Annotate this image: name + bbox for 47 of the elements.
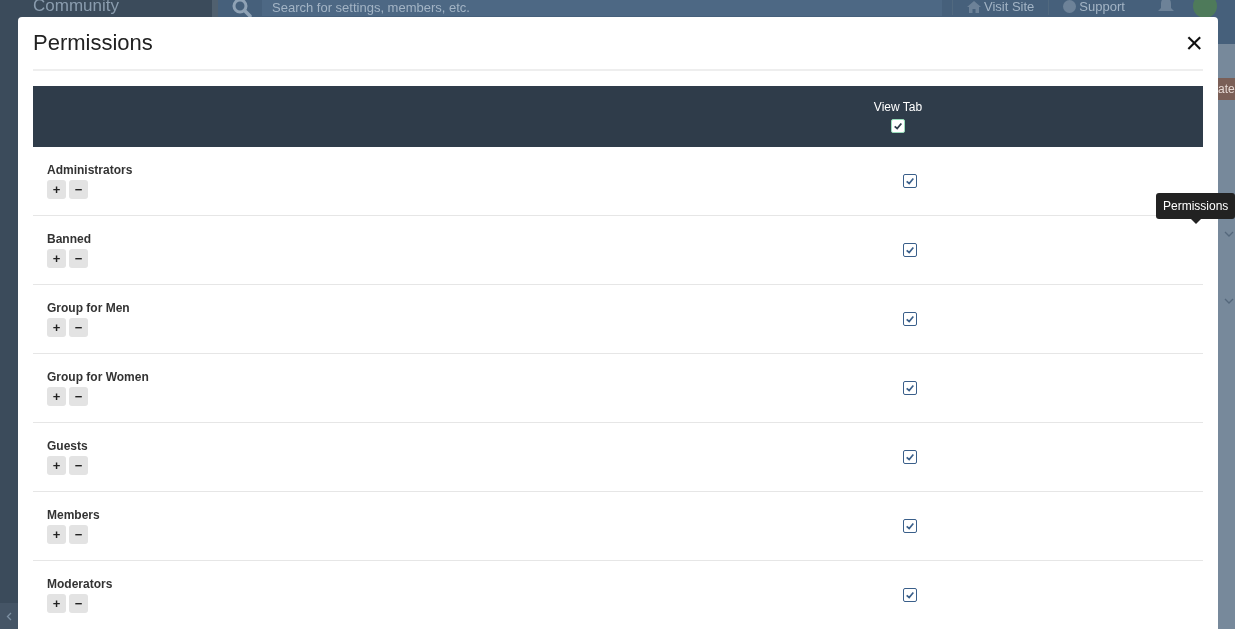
checkbox[interactable]: [902, 174, 917, 188]
search-field[interactable]: Search for settings, members, etc.: [262, 0, 942, 16]
remove-button[interactable]: −: [69, 387, 88, 406]
check-icon: [893, 121, 903, 131]
checkbox[interactable]: [902, 450, 917, 464]
checkbox[interactable]: [902, 381, 917, 395]
remove-button[interactable]: −: [69, 318, 88, 337]
check-icon: [904, 452, 915, 462]
add-button[interactable]: +: [47, 318, 66, 337]
add-button[interactable]: +: [47, 594, 66, 613]
check-icon: [904, 383, 915, 393]
check-icon: [904, 176, 915, 186]
checkbox[interactable]: [902, 588, 917, 602]
search-icon: [232, 0, 252, 18]
add-button[interactable]: +: [47, 387, 66, 406]
tooltip: Permissions: [1156, 193, 1235, 219]
check-icon: [904, 245, 915, 255]
group-name: Group for Women: [47, 370, 150, 384]
add-button[interactable]: +: [47, 525, 66, 544]
remove-button[interactable]: −: [69, 525, 88, 544]
column-header: View Tab: [873, 100, 923, 114]
group-name: Banned: [47, 232, 92, 246]
check-icon: [904, 314, 915, 324]
check-icon: [904, 521, 915, 531]
close-button[interactable]: ×: [1185, 28, 1203, 58]
checkbox[interactable]: [902, 519, 917, 533]
remove-button[interactable]: −: [69, 456, 88, 475]
checkbox[interactable]: [902, 243, 917, 257]
group-name: Moderators: [47, 577, 114, 591]
avatar[interactable]: [1192, 0, 1217, 18]
group-name: Administrators: [47, 163, 134, 177]
action-button[interactable]: ate: [1218, 78, 1235, 100]
remove-button[interactable]: −: [69, 594, 88, 613]
add-button[interactable]: +: [47, 249, 66, 268]
group-name: Group for Men: [47, 301, 131, 315]
group-name: Guests: [47, 439, 89, 453]
checkbox[interactable]: [902, 312, 917, 326]
remove-button[interactable]: −: [69, 249, 88, 268]
group-name: Members: [47, 508, 101, 522]
chevron-left-icon: [6, 611, 12, 621]
dialog-title: Permissions: [33, 30, 153, 56]
remove-button[interactable]: −: [69, 180, 88, 199]
home-icon: [967, 0, 981, 13]
add-button[interactable]: +: [47, 456, 66, 475]
add-button[interactable]: +: [47, 180, 66, 199]
check-icon: [904, 590, 915, 600]
tooltip-pointer-icon: [1190, 219, 1201, 224]
